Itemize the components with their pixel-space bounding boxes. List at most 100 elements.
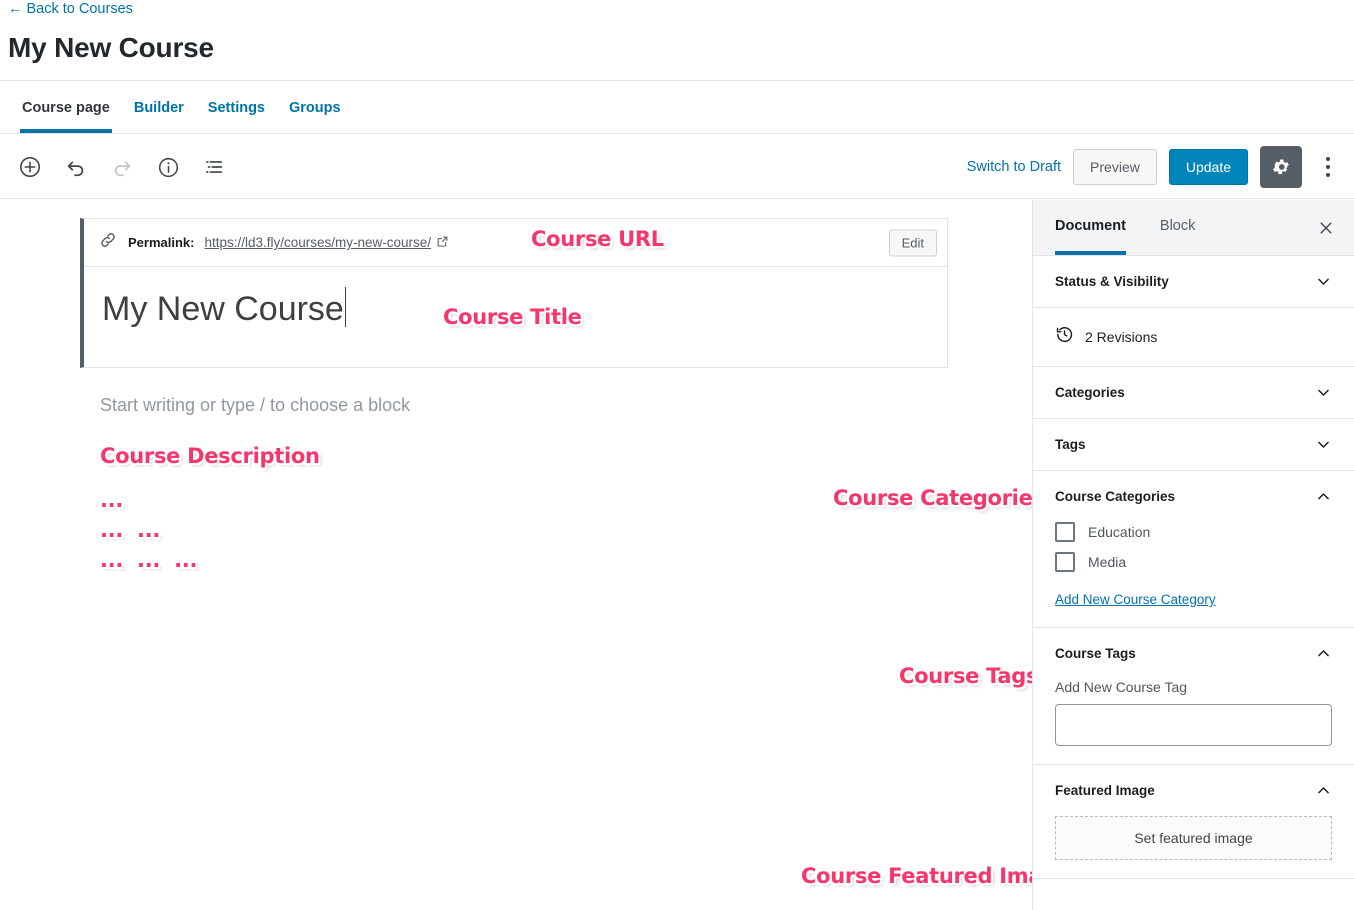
panel-title: Status & Visibility: [1055, 274, 1169, 289]
panel-course-categories-header[interactable]: Course Categories: [1033, 471, 1354, 522]
checkbox[interactable]: [1055, 552, 1075, 572]
external-link-icon: [436, 235, 449, 251]
chevron-up-icon: [1315, 645, 1332, 662]
redo-icon: [104, 149, 140, 185]
panel-course-tags-header[interactable]: Course Tags: [1033, 628, 1354, 679]
annotation-course-description: Course Description: [100, 444, 320, 468]
body-placeholder[interactable]: Start writing or type / to choose a bloc…: [100, 395, 410, 416]
set-featured-image-button[interactable]: Set featured image: [1055, 816, 1332, 860]
annotation-ellipsis: ...: [137, 518, 161, 542]
revisions-row[interactable]: 2 Revisions: [1033, 308, 1354, 366]
switch-to-draft-button[interactable]: Switch to Draft: [967, 159, 1061, 175]
back-arrow-icon: ←: [8, 1, 23, 17]
back-to-courses-link[interactable]: ← Back to Courses: [8, 0, 133, 18]
annotation-ellipsis: ...: [174, 548, 198, 572]
course-category-label: Media: [1088, 554, 1127, 570]
annotation-ellipsis: ...: [100, 548, 124, 572]
preview-button[interactable]: Preview: [1073, 149, 1157, 185]
featured-image-body: Set featured image: [1033, 816, 1354, 878]
panel-featured-image: Featured Image Set featured image: [1033, 765, 1354, 879]
tab-groups[interactable]: Groups: [277, 81, 353, 133]
course-title-input[interactable]: My New Course: [102, 287, 344, 331]
panel-course-tags: Course Tags Add New Course Tag: [1033, 628, 1354, 765]
annotation-ellipsis-row-3: ... ... ...: [100, 548, 197, 572]
chevron-down-icon: [1315, 436, 1332, 453]
add-new-course-tag-input[interactable]: [1055, 704, 1332, 746]
course-category-label: Education: [1088, 524, 1151, 540]
sidebar-tab-block[interactable]: Block: [1160, 200, 1207, 255]
dot: [1326, 157, 1330, 161]
sidebar-tabbar: Document Block: [1033, 200, 1354, 256]
set-featured-image-label: Set featured image: [1134, 830, 1253, 846]
revisions-clock-icon: [1055, 325, 1074, 349]
permalink-url-link[interactable]: https://ld3.fly/courses/my-new-course/: [204, 235, 449, 251]
course-categories-list: Education Media Add New Course Category: [1033, 522, 1354, 627]
undo-icon[interactable]: [58, 149, 94, 185]
panel-title: Course Tags: [1055, 646, 1136, 661]
ellipsis-vertical-icon[interactable]: [1314, 146, 1342, 188]
panel-title: Course Categories: [1055, 489, 1176, 504]
annotation-course-url: Course URL: [531, 227, 664, 251]
toolbar-right-group: Switch to Draft Preview Update: [967, 135, 1342, 199]
dot: [1326, 173, 1330, 177]
text-caret: [344, 287, 347, 327]
permalink-label: Permalink:: [128, 235, 195, 250]
annotation-ellipsis: ...: [137, 548, 161, 572]
gear-icon[interactable]: [1260, 146, 1302, 188]
editor-canvas: Permalink: https://ld3.fly/courses/my-ne…: [0, 200, 1071, 910]
page-title: My New Course: [8, 32, 214, 63]
back-to-courses-label: Back to Courses: [26, 1, 133, 17]
annotation-course-tags: Course Tags: [899, 664, 1039, 688]
panel-revisions: 2 Revisions: [1033, 308, 1354, 367]
panel-categories-header[interactable]: Categories: [1033, 367, 1354, 418]
panel-title: Featured Image: [1055, 783, 1155, 798]
panel-title: Categories: [1055, 385, 1125, 400]
annotation-course-categories: Course Categories: [833, 486, 1045, 510]
annotation-ellipsis: ...: [100, 488, 124, 512]
course-tags-body: Add New Course Tag: [1033, 679, 1354, 764]
permalink-url-text: https://ld3.fly/courses/my-new-course/: [204, 235, 432, 250]
course-category-option-media[interactable]: Media: [1055, 552, 1332, 572]
panel-categories: Categories: [1033, 367, 1354, 419]
panel-title: Tags: [1055, 437, 1086, 452]
annotation-ellipsis-row-2: ... ...: [100, 518, 160, 542]
annotation-course-title: Course Title: [443, 305, 582, 329]
close-icon[interactable]: [1312, 214, 1340, 242]
add-new-course-tag-label: Add New Course Tag: [1055, 679, 1188, 695]
panel-status-visibility: Status & Visibility: [1033, 256, 1354, 308]
panel-course-categories: Course Categories Education Media Add Ne…: [1033, 471, 1354, 628]
document-sidebar: Document Block Status & Visibility 2 Rev…: [1032, 200, 1354, 910]
permalink-row: Permalink: https://ld3.fly/courses/my-ne…: [84, 219, 947, 267]
tab-builder[interactable]: Builder: [122, 81, 196, 133]
annotation-ellipsis: ...: [100, 518, 124, 542]
chevron-down-icon: [1315, 273, 1332, 290]
plus-circle-icon[interactable]: [12, 149, 48, 185]
edit-permalink-button[interactable]: Edit: [888, 229, 937, 256]
annotation-course-featured-image: Course Featured Image: [801, 864, 1071, 888]
dot: [1326, 165, 1330, 169]
panel-tags: Tags: [1033, 419, 1354, 471]
course-category-option-education[interactable]: Education: [1055, 522, 1332, 542]
tab-course-page[interactable]: Course page: [10, 81, 122, 133]
panel-status-visibility-header[interactable]: Status & Visibility: [1033, 256, 1354, 307]
chevron-up-icon: [1315, 488, 1332, 505]
checkbox[interactable]: [1055, 522, 1075, 542]
info-circle-icon[interactable]: [150, 149, 186, 185]
editor-toolbar: Switch to Draft Preview Update: [0, 135, 1354, 199]
annotation-ellipsis-row-1: ...: [100, 488, 123, 512]
revisions-label: 2 Revisions: [1085, 329, 1158, 345]
title-block: Permalink: https://ld3.fly/courses/my-ne…: [80, 218, 948, 368]
chevron-up-icon: [1315, 782, 1332, 799]
list-view-icon[interactable]: [196, 149, 232, 185]
add-new-course-category-link[interactable]: Add New Course Category: [1055, 592, 1216, 607]
panel-tags-header[interactable]: Tags: [1033, 419, 1354, 470]
panel-featured-image-header[interactable]: Featured Image: [1033, 765, 1354, 816]
chevron-down-icon: [1315, 384, 1332, 401]
toolbar-left-group: [12, 135, 232, 199]
tab-list: Course page Builder Settings Groups: [0, 81, 1354, 133]
update-button[interactable]: Update: [1168, 149, 1248, 185]
sidebar-tab-document[interactable]: Document: [1055, 200, 1138, 255]
primary-tabbar: Course page Builder Settings Groups: [0, 80, 1354, 134]
link-icon: [98, 230, 118, 255]
tab-settings[interactable]: Settings: [196, 81, 277, 133]
